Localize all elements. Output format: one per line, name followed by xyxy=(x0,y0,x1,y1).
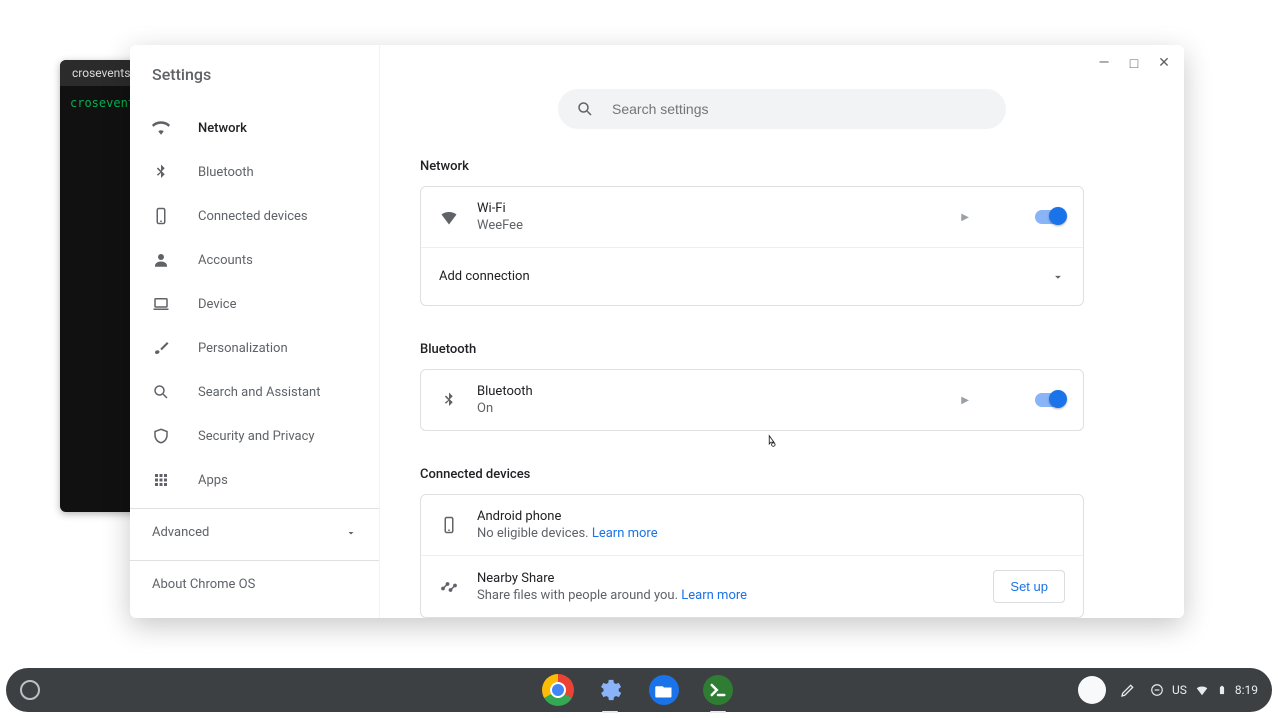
minimize-button[interactable]: — xyxy=(1092,51,1116,75)
person-icon xyxy=(152,251,170,269)
sidebar-item-label: Bluetooth xyxy=(198,165,254,180)
sidebar-about[interactable]: About Chrome OS xyxy=(130,561,379,592)
window-controls: — □ ✕ xyxy=(1092,51,1176,75)
wifi-toggle[interactable] xyxy=(1035,210,1065,224)
maximize-button[interactable]: □ xyxy=(1122,51,1146,75)
settings-title: Settings xyxy=(130,65,379,106)
wifi-network-name: WeeFee xyxy=(477,218,943,233)
sidebar-item-label: Device xyxy=(198,297,237,312)
avatar[interactable] xyxy=(1078,676,1106,704)
sidebar-item-device[interactable]: Device xyxy=(130,282,379,326)
nearby-share-row[interactable]: Nearby Share Share files with people aro… xyxy=(421,555,1083,617)
sidebar-item-label: Accounts xyxy=(198,253,253,268)
notification-icon xyxy=(1150,683,1164,697)
nearby-share-sub: Share files with people around you. xyxy=(477,588,678,603)
locale-indicator: US xyxy=(1172,683,1187,697)
chevron-down-icon xyxy=(1051,270,1065,284)
close-button[interactable]: ✕ xyxy=(1152,51,1176,75)
nearby-share-icon xyxy=(439,577,459,597)
bluetooth-icon xyxy=(439,390,459,410)
bluetooth-status: On xyxy=(477,401,943,416)
shelf-pinned-apps xyxy=(542,672,736,708)
nearby-share-label: Nearby Share xyxy=(477,571,975,586)
sidebar-item-label: Personalization xyxy=(198,341,288,356)
search-icon xyxy=(152,383,170,401)
sidebar-item-network[interactable]: Network xyxy=(130,106,379,150)
bluetooth-card: Bluetooth On ▶ xyxy=(420,369,1084,431)
wifi-status-icon xyxy=(1195,683,1209,697)
wifi-row[interactable]: Wi-Fi WeeFee ▶ xyxy=(421,187,1083,247)
bluetooth-row[interactable]: Bluetooth On ▶ xyxy=(421,370,1083,430)
advanced-label: Advanced xyxy=(152,525,209,540)
wifi-signal-icon xyxy=(439,207,459,227)
sidebar-item-apps[interactable]: Apps xyxy=(130,458,379,502)
network-card: Wi-Fi WeeFee ▶ Add connection xyxy=(420,186,1084,306)
search-input[interactable] xyxy=(612,101,988,117)
status-tray[interactable]: US 8:19 xyxy=(1150,682,1258,698)
launcher-button[interactable] xyxy=(20,680,40,700)
sidebar-item-label: Network xyxy=(198,121,247,136)
bluetooth-icon xyxy=(152,163,170,181)
android-learn-more-link[interactable]: Learn more xyxy=(592,526,658,541)
main-content: Network Wi-Fi WeeFee ▶ xyxy=(380,45,1184,618)
section-title-connected: Connected devices xyxy=(420,467,1084,482)
section-title-network: Network xyxy=(420,159,1084,174)
sidebar-item-connected-devices[interactable]: Connected devices xyxy=(130,194,379,238)
sidebar-item-accounts[interactable]: Accounts xyxy=(130,238,379,282)
add-connection-label: Add connection xyxy=(439,269,1033,284)
apps-icon xyxy=(152,471,170,489)
android-phone-label: Android phone xyxy=(477,509,1065,524)
sidebar-advanced[interactable]: Advanced xyxy=(130,509,379,554)
files-app-icon[interactable] xyxy=(646,672,682,708)
sidebar-item-search-assistant[interactable]: Search and Assistant xyxy=(130,370,379,414)
brush-icon xyxy=(152,339,170,357)
sidebar-item-label: Search and Assistant xyxy=(198,385,321,400)
settings-app-icon[interactable] xyxy=(592,672,628,708)
bluetooth-label: Bluetooth xyxy=(477,384,943,399)
phone-icon xyxy=(439,515,459,535)
search-bar[interactable] xyxy=(558,89,1006,129)
chevron-down-icon xyxy=(345,527,357,539)
add-connection-row[interactable]: Add connection xyxy=(421,247,1083,305)
clock: 8:19 xyxy=(1235,683,1258,697)
shelf: US 8:19 xyxy=(6,668,1272,712)
sidebar-item-security-privacy[interactable]: Security and Privacy xyxy=(130,414,379,458)
chevron-right-icon: ▶ xyxy=(961,395,969,406)
search-icon xyxy=(576,100,594,118)
sidebar-item-personalization[interactable]: Personalization xyxy=(130,326,379,370)
shelf-status-area[interactable]: US 8:19 xyxy=(1078,676,1258,704)
chrome-app-icon[interactable] xyxy=(542,674,574,706)
android-phone-row[interactable]: Android phone No eligible devices. Learn… xyxy=(421,495,1083,555)
settings-window: — □ ✕ Settings Network Bluetooth xyxy=(130,45,1184,618)
connected-devices-card: Android phone No eligible devices. Learn… xyxy=(420,494,1084,618)
wifi-icon xyxy=(152,119,170,137)
stylus-icon[interactable] xyxy=(1120,682,1136,698)
phone-icon xyxy=(152,207,170,225)
setup-button[interactable]: Set up xyxy=(993,570,1065,603)
shield-icon xyxy=(152,427,170,445)
nearby-learn-more-link[interactable]: Learn more xyxy=(681,588,747,603)
sidebar: Settings Network Bluetooth xyxy=(130,45,380,618)
laptop-icon xyxy=(152,295,170,313)
wifi-label: Wi-Fi xyxy=(477,201,943,216)
section-title-bluetooth: Bluetooth xyxy=(420,342,1084,357)
bluetooth-toggle[interactable] xyxy=(1035,393,1065,407)
sidebar-item-label: Security and Privacy xyxy=(198,429,315,444)
battery-status-icon xyxy=(1217,682,1227,698)
chevron-right-icon: ▶ xyxy=(961,212,969,223)
sidebar-item-label: Apps xyxy=(198,473,228,488)
terminal-app-icon[interactable] xyxy=(700,672,736,708)
sidebar-item-label: Connected devices xyxy=(198,209,308,224)
sidebar-item-bluetooth[interactable]: Bluetooth xyxy=(130,150,379,194)
android-phone-sub: No eligible devices. xyxy=(477,526,589,541)
